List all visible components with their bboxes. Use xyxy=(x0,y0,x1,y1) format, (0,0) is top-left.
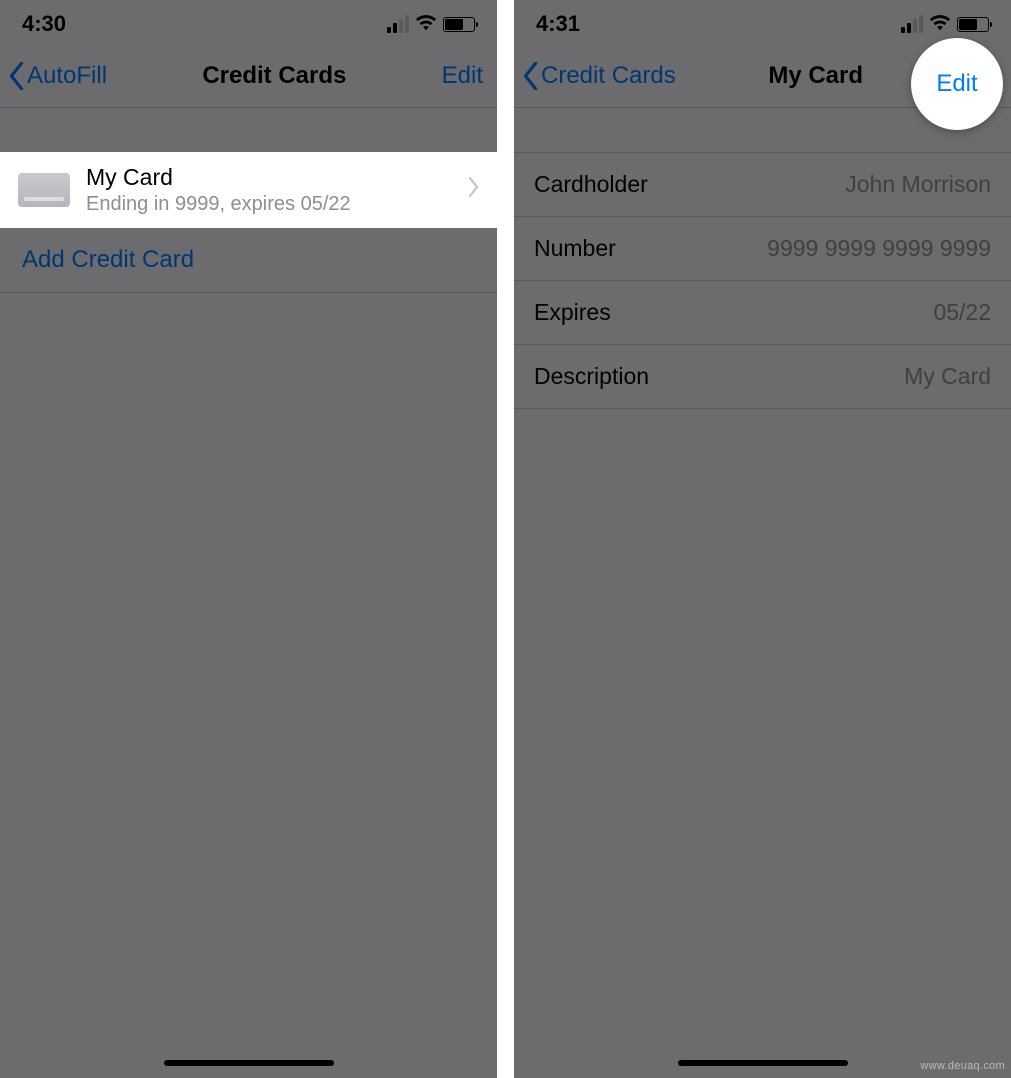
watermark: www.deuaq.com xyxy=(920,1060,1005,1072)
detail-value: 9999 9999 9999 9999 xyxy=(767,235,991,262)
add-credit-card-button[interactable]: Add Credit Card xyxy=(0,228,497,293)
detail-row-number[interactable]: Number 9999 9999 9999 9999 xyxy=(514,217,1011,281)
home-indicator[interactable] xyxy=(164,1060,334,1066)
detail-row-cardholder[interactable]: Cardholder John Morrison xyxy=(514,152,1011,217)
status-icons xyxy=(901,11,989,37)
battery-icon xyxy=(443,17,475,32)
screen-card-detail: 4:31 Credit Cards My Card Edit Cardholde… xyxy=(514,0,1011,1078)
status-bar: 4:30 xyxy=(0,0,497,48)
status-icons xyxy=(387,11,475,37)
home-indicator[interactable] xyxy=(678,1060,848,1066)
chevron-right-icon xyxy=(468,177,479,202)
status-time: 4:31 xyxy=(536,11,580,37)
nav-title: Credit Cards xyxy=(107,62,442,90)
nav-bar: AutoFill Credit Cards Edit xyxy=(0,48,497,108)
credit-card-icon xyxy=(18,173,70,207)
detail-label: Cardholder xyxy=(534,171,648,198)
edit-button[interactable]: Edit xyxy=(936,70,977,98)
detail-value: My Card xyxy=(904,363,991,390)
credit-card-list: My Card Ending in 9999, expires 05/22 xyxy=(0,152,497,228)
status-time: 4:30 xyxy=(22,11,66,37)
card-subtitle: Ending in 9999, expires 05/22 xyxy=(86,192,468,216)
detail-value: 05/22 xyxy=(933,299,991,326)
back-label: AutoFill xyxy=(27,62,107,90)
detail-label: Description xyxy=(534,363,649,390)
chevron-left-icon xyxy=(522,62,539,90)
detail-row-expires[interactable]: Expires 05/22 xyxy=(514,281,1011,345)
edit-highlight: Edit xyxy=(911,38,1003,130)
detail-label: Number xyxy=(534,235,616,262)
detail-row-description[interactable]: Description My Card xyxy=(514,345,1011,409)
chevron-left-icon xyxy=(8,62,25,90)
back-button[interactable]: AutoFill xyxy=(8,62,107,90)
battery-icon xyxy=(957,17,989,32)
screen-credit-cards-list: 4:30 AutoFill Credit Cards Edit My Card xyxy=(0,0,497,1078)
cellular-icon xyxy=(387,15,409,33)
edit-button[interactable]: Edit xyxy=(442,62,483,90)
card-title: My Card xyxy=(86,164,468,192)
card-detail-section: Cardholder John Morrison Number 9999 999… xyxy=(514,152,1011,409)
cellular-icon xyxy=(901,15,923,33)
back-button[interactable]: Credit Cards xyxy=(522,62,676,90)
detail-value: John Morrison xyxy=(845,171,991,198)
back-label: Credit Cards xyxy=(541,62,676,90)
wifi-icon xyxy=(929,11,951,37)
status-bar: 4:31 xyxy=(514,0,1011,48)
detail-label: Expires xyxy=(534,299,611,326)
wifi-icon xyxy=(415,11,437,37)
credit-card-row[interactable]: My Card Ending in 9999, expires 05/22 xyxy=(0,152,497,228)
